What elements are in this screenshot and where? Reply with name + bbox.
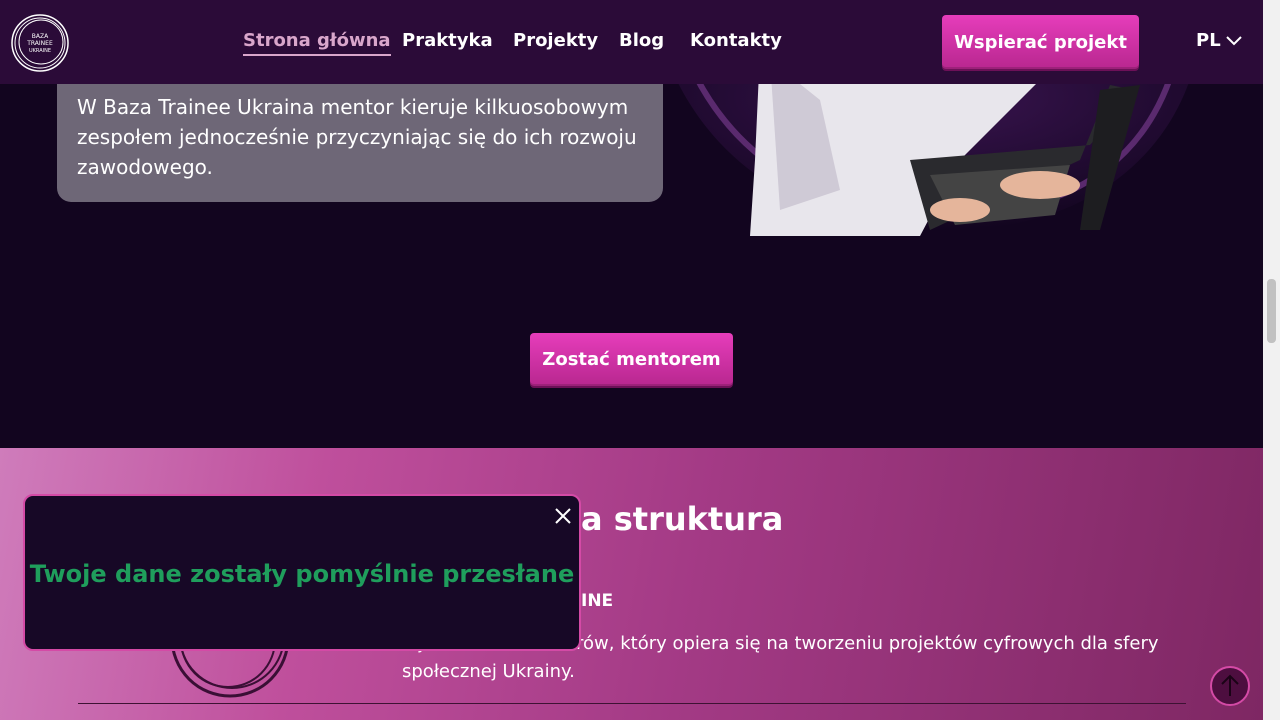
mentor-info-card: W Baza Trainee Ukraina mentor kieruje ki… bbox=[57, 64, 663, 202]
support-project-button[interactable]: Wspierać projekt bbox=[942, 15, 1139, 69]
support-project-label: Wspierać projekt bbox=[954, 31, 1127, 53]
scroll-to-top-button[interactable] bbox=[1210, 666, 1250, 706]
nav-contacts[interactable]: Kontakty bbox=[690, 30, 782, 51]
nav-blog[interactable]: Blog bbox=[619, 30, 664, 51]
section-subtitle: INE bbox=[581, 591, 614, 611]
success-popup: Twoje dane zostały pomyślnie przesłane bbox=[23, 494, 581, 651]
language-selector[interactable]: PL bbox=[1196, 30, 1243, 51]
scrollbar[interactable] bbox=[1263, 0, 1280, 720]
section-title: a struktura bbox=[581, 500, 784, 538]
become-mentor-label: Zostać mentorem bbox=[542, 349, 721, 370]
svg-text:UKRAINE: UKRAINE bbox=[29, 48, 51, 54]
logo[interactable]: BAZA TRAINEE UKRAINE bbox=[10, 13, 70, 73]
arrow-up-icon bbox=[1221, 674, 1239, 696]
site-header: BAZA TRAINEE UKRAINE Strona główna Prakt… bbox=[0, 0, 1263, 84]
svg-text:BAZA: BAZA bbox=[32, 33, 49, 40]
language-label: PL bbox=[1196, 30, 1221, 51]
close-icon[interactable] bbox=[551, 504, 575, 528]
nav-practice[interactable]: Praktyka bbox=[402, 30, 493, 51]
mentor-description: W Baza Trainee Ukraina mentor kieruje ki… bbox=[77, 95, 637, 179]
success-message: Twoje dane zostały pomyślnie przesłane bbox=[29, 560, 575, 588]
nav-projects[interactable]: Projekty bbox=[513, 30, 598, 51]
scrollbar-thumb[interactable] bbox=[1267, 279, 1276, 343]
svg-text:TRAINEE: TRAINEE bbox=[26, 40, 53, 47]
nav-home[interactable]: Strona główna bbox=[243, 30, 391, 56]
chevron-down-icon bbox=[1225, 35, 1242, 45]
become-mentor-button[interactable]: Zostać mentorem bbox=[530, 333, 733, 386]
divider bbox=[78, 703, 1186, 704]
